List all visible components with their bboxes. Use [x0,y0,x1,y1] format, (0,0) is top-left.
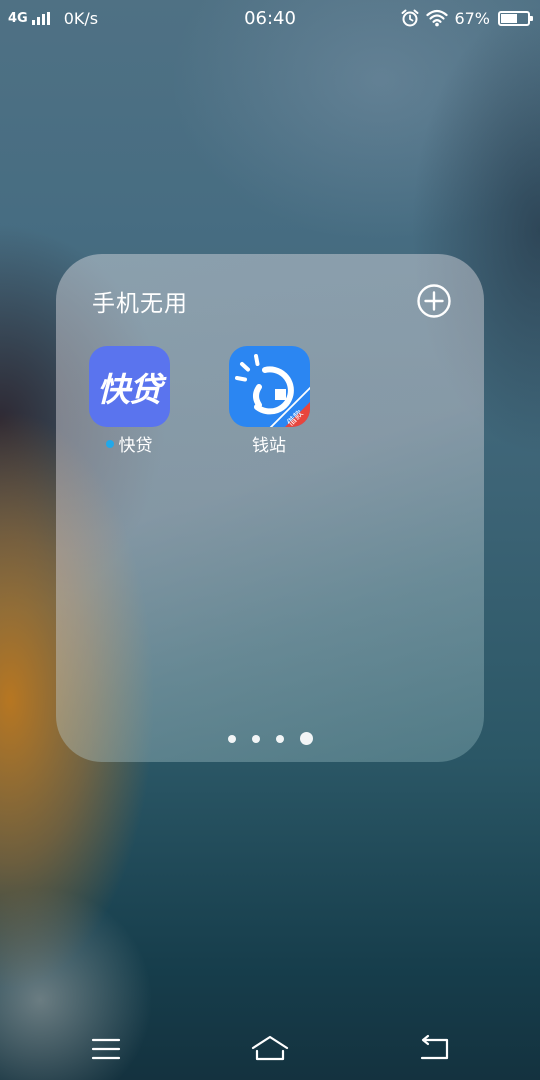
page-dot-3[interactable] [275,734,284,743]
battery-icon [498,10,533,26]
new-install-dot [105,439,114,448]
kuaidai-app-icon[interactable]: 快贷 [88,346,170,427]
app-folder: 手机无用 快贷 快贷 借款 钱站 [56,254,484,762]
kuaidai-icon-text: 快贷 [97,370,162,409]
wifi-icon [426,9,449,27]
alarm-icon [401,9,419,27]
menu-icon[interactable] [86,1034,126,1064]
app-label-kuaidai: 快贷 [74,431,184,456]
page-indicator [56,732,484,745]
page-dot-2[interactable] [251,734,260,743]
status-right: 67% [400,8,533,28]
qianzhan-app-icon[interactable]: 借款 [228,346,310,427]
app-label-text: 快贷 [118,436,153,456]
app-kuaidai[interactable]: 快贷 快贷 [74,346,184,456]
battery-percent: 67% [454,8,490,28]
status-bar: 4G 0K/s 06:40 67% [0,0,540,38]
app-qianzhan[interactable]: 借款 钱站 [214,346,324,456]
plus-circle-icon[interactable] [416,283,452,319]
battery-level-fill [501,13,517,23]
page-dot-1[interactable] [227,734,236,743]
qianzhan-logo-icon: 借款 [234,354,310,427]
page-dot-4-active[interactable] [299,732,313,745]
navigation-bar [0,1020,540,1080]
folder-title[interactable]: 手机无用 [92,284,188,318]
back-icon[interactable] [414,1034,454,1064]
app-label-text: 钱站 [252,436,286,456]
home-icon[interactable] [250,1034,290,1064]
app-label-qianzhan: 钱站 [214,431,324,456]
